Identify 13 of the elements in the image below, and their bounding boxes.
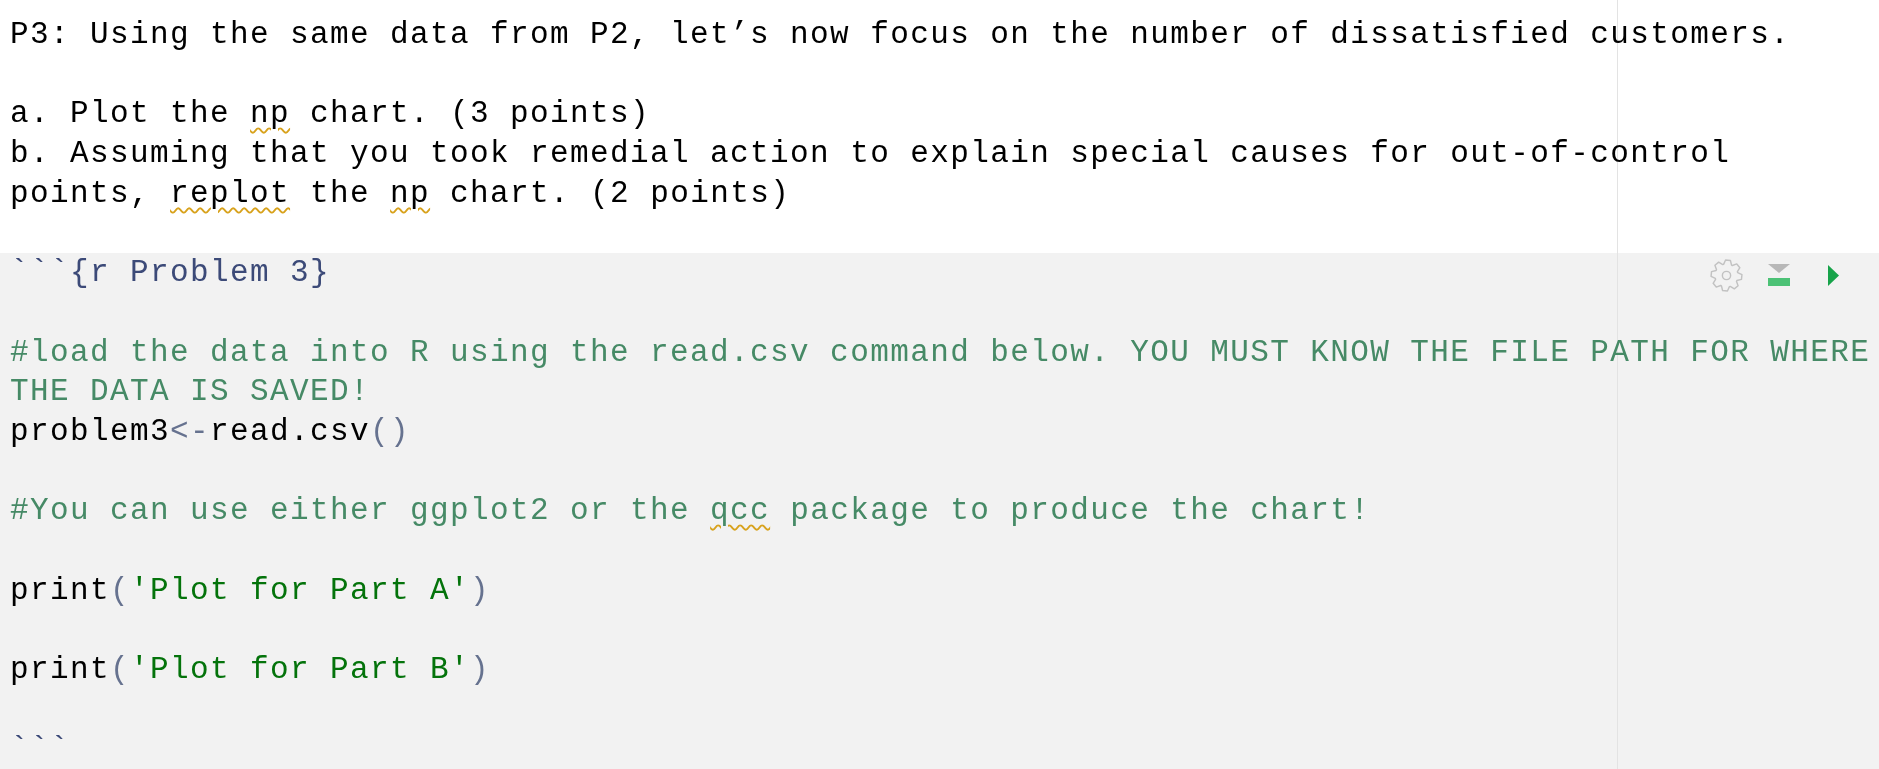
- code-line: print('Plot for Part B'): [10, 651, 491, 690]
- play-icon[interactable]: [1828, 264, 1839, 286]
- instruction-text: b. Assuming that you took remedial action to explain special causes for out-of-control points, replot the np chart. (2 points): [10, 135, 1732, 213]
- instruction-text: P3: Using the same data from P2, let’s now focus on the number of dissatisfied customers.: [10, 16, 1791, 54]
- code-line: problem3<-read.csv(): [10, 413, 411, 451]
- code-line: print('Plot for Part A'): [10, 571, 491, 610]
- settings-icon[interactable]: [1710, 258, 1743, 292]
- chunk-header: ```{r Problem 3}: [10, 254, 331, 293]
- arrow-to-bar-icon[interactable]: [1767, 264, 1791, 287]
- code-comment: #load the data into R using the read.csv command below. YOU MUST KNOW THE FILE PATH FOR WHERE THE DATA IS SAVED!: [10, 333, 1872, 412]
- chunk-footer: ```: [10, 729, 70, 769]
- instruction-text: a. Plot the np chart. (3 points): [10, 95, 651, 134]
- code-comment: #You can use either ggplot2 or the qcc package to produce the chart!: [10, 492, 1371, 531]
